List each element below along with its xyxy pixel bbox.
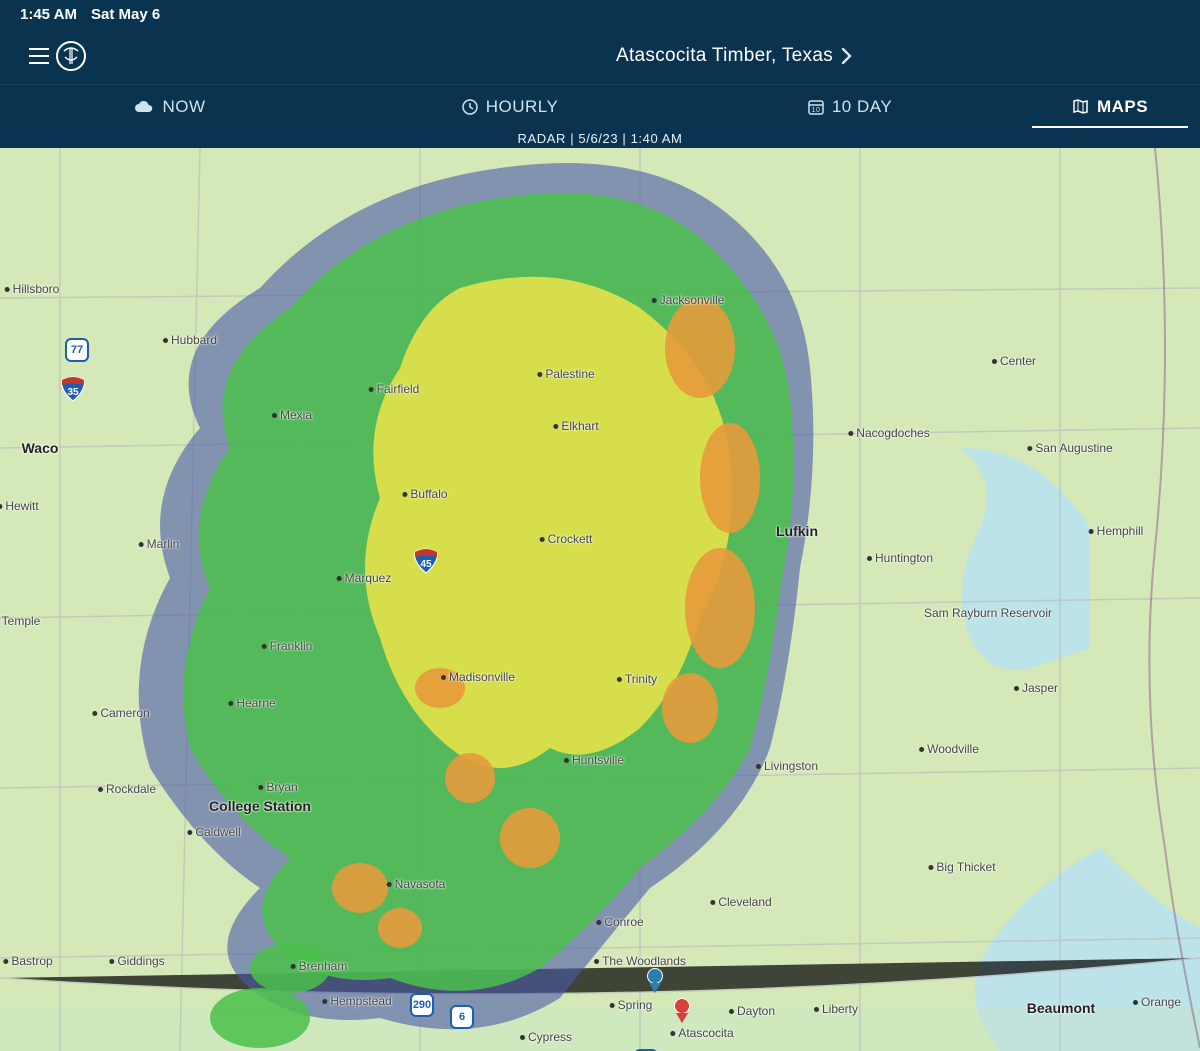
map-icon	[1072, 98, 1089, 115]
svg-text:35: 35	[67, 387, 79, 398]
city-label: Nacogdoches	[848, 426, 929, 440]
radar-timestamp-text: RADAR | 5/6/23 | 1:40 AM	[518, 131, 683, 146]
tab-tenday[interactable]: 10 10 DAY	[680, 85, 1020, 128]
city-label: Franklin	[262, 639, 313, 653]
route-shield: 6	[450, 1005, 474, 1029]
map-pin[interactable]	[674, 998, 690, 1014]
city-label: Rockdale	[98, 782, 156, 796]
city-label: Fairfield	[369, 382, 420, 396]
route-shield: 77	[65, 338, 89, 362]
city-label: Bryan	[258, 780, 297, 794]
city-label: Hearne	[228, 696, 275, 710]
route-shield: 290	[410, 993, 434, 1017]
tab-maps[interactable]: MAPS	[1020, 85, 1200, 128]
city-label: Orange	[1133, 995, 1181, 1009]
city-label: Trinity	[617, 672, 657, 686]
city-label: Lufkin	[776, 523, 818, 539]
tab-hourly[interactable]: HOURLY	[340, 85, 680, 128]
svg-text:10: 10	[811, 107, 820, 114]
menu-button[interactable]	[18, 35, 60, 77]
city-label: Marquez	[337, 571, 392, 585]
city-label: Spring	[610, 998, 653, 1012]
city-label: Navasota	[387, 877, 446, 891]
calendar-icon: 10	[808, 99, 824, 115]
city-label: Cypress	[520, 1030, 572, 1044]
city-label: Jasper	[1014, 681, 1058, 695]
tab-tenday-label: 10 DAY	[832, 97, 892, 117]
location-text: Atascocita Timber, Texas	[616, 45, 833, 67]
city-label: Brenham	[291, 959, 348, 973]
tab-now[interactable]: NOW	[0, 85, 340, 128]
status-date: Sat May 6	[91, 6, 160, 23]
city-label: Bastrop	[3, 954, 52, 968]
city-label: Conroe	[596, 915, 643, 929]
city-label: Caldwell	[187, 825, 240, 839]
city-label: Marlin	[139, 537, 180, 551]
city-label: Cleveland	[710, 895, 771, 909]
city-label: Madisonville	[441, 670, 515, 684]
hamburger-icon	[29, 48, 49, 64]
city-label: Dayton	[729, 1004, 775, 1018]
city-label: Palestine	[537, 367, 594, 381]
city-label: Mexia	[272, 408, 312, 422]
tab-now-label: NOW	[162, 97, 205, 117]
city-label: Livingston	[756, 759, 818, 773]
city-label: Huntington	[867, 551, 933, 565]
city-label: Cameron	[92, 706, 149, 720]
city-label: The Woodlands	[594, 954, 686, 968]
interstate-shield: 45	[413, 548, 439, 574]
wb-logo-icon	[56, 41, 86, 71]
city-label: Huntsville	[564, 753, 624, 767]
city-label: Hillsboro	[5, 282, 60, 296]
city-label: Jacksonville	[652, 293, 725, 307]
city-label: Crockett	[540, 532, 593, 546]
city-label: Big Thicket	[928, 860, 995, 874]
cloud-icon	[134, 100, 154, 114]
city-label: Woodville	[919, 742, 979, 756]
radar-map[interactable]: HoustonBeaumontWacoCollege StationBryanL…	[0, 148, 1200, 1051]
city-label: Liberty	[814, 1002, 858, 1016]
status-time: 1:45 AM	[20, 6, 77, 23]
map-pin[interactable]	[647, 968, 663, 984]
city-label: Temple	[2, 614, 41, 628]
clock-icon	[462, 99, 478, 115]
tab-hourly-label: HOURLY	[486, 97, 559, 117]
chevron-right-icon	[841, 47, 852, 65]
city-label: Elkhart	[553, 419, 598, 433]
city-label: Buffalo	[402, 487, 447, 501]
city-label: Hempstead	[322, 994, 391, 1008]
city-label: Beaumont	[1027, 1000, 1095, 1016]
city-label: Sam Rayburn Reservoir	[924, 606, 1052, 620]
app-header: Atascocita Timber, Texas	[0, 28, 1200, 84]
city-label: Center	[992, 354, 1036, 368]
svg-text:45: 45	[420, 559, 432, 570]
city-label: Giddings	[109, 954, 164, 968]
city-label: Hewitt	[0, 499, 39, 513]
location-selector[interactable]: Atascocita Timber, Texas	[286, 45, 1182, 67]
city-label: San Augustine	[1027, 441, 1112, 455]
city-label: College Station	[209, 798, 311, 814]
radar-timestamp-bar: RADAR | 5/6/23 | 1:40 AM	[0, 128, 1200, 148]
nav-tabs: NOW HOURLY 10 10 DAY MAPS	[0, 84, 1200, 128]
city-label: Hemphill	[1089, 524, 1144, 538]
status-bar: 1:45 AM Sat May 6	[0, 0, 1200, 28]
interstate-shield: 35	[60, 376, 86, 402]
city-label: Waco	[22, 440, 59, 456]
tab-maps-label: MAPS	[1097, 97, 1148, 117]
city-label: Hubbard	[163, 333, 217, 347]
